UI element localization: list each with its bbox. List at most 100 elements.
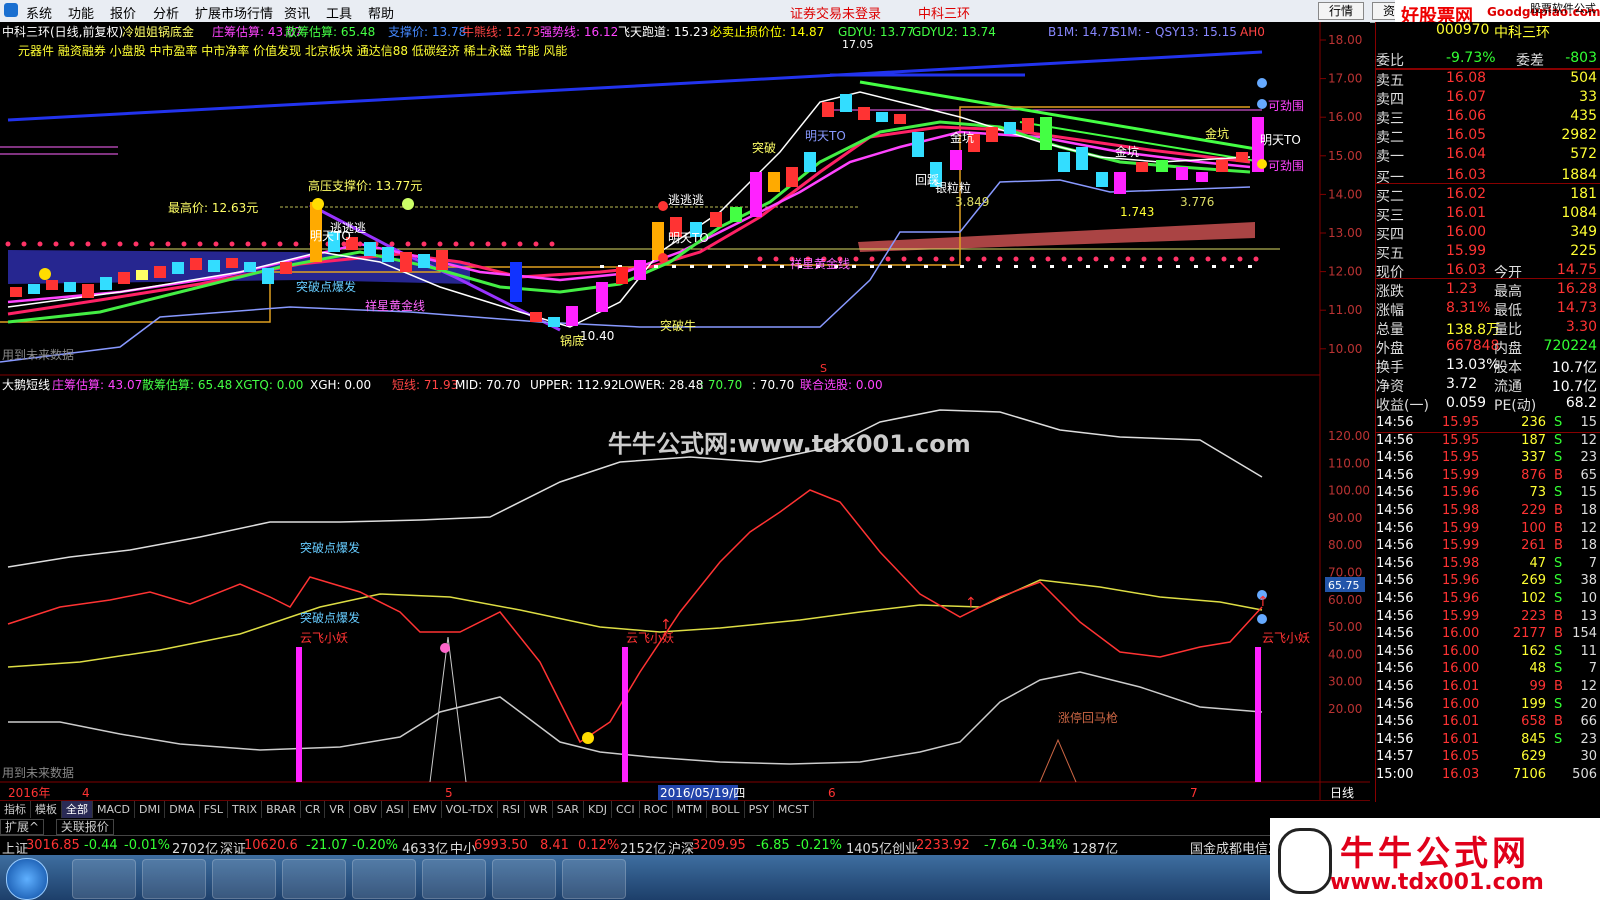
bid-volume: 1884 bbox=[1561, 167, 1597, 183]
indicator-tab[interactable]: DMA bbox=[165, 801, 200, 818]
indicator-tab[interactable]: 全部 bbox=[62, 801, 93, 818]
menu-tools[interactable]: 工具 bbox=[326, 3, 352, 22]
level-dot bbox=[996, 265, 1000, 268]
indicator-tab[interactable]: BOLL bbox=[707, 801, 745, 818]
level-dot bbox=[1122, 265, 1126, 268]
start-button-icon[interactable] bbox=[6, 858, 48, 900]
paint-icon[interactable] bbox=[422, 859, 486, 899]
level-dot bbox=[101, 241, 107, 247]
silver-label: 银粒粒 bbox=[935, 180, 971, 195]
chart-area[interactable]: 中科三环(日线,前复权) 冷姐姐锅底金 庄筹估算: 43.07 散筹估算: 65.… bbox=[0, 22, 1370, 802]
indicator-tab[interactable]: VOL-TDX bbox=[442, 801, 499, 818]
watermark-brand-title: 牛牛公式网 bbox=[1340, 834, 1530, 874]
tick-time: 14:56 bbox=[1376, 520, 1414, 536]
coin-icon bbox=[402, 198, 414, 210]
ext-tab[interactable]: 扩展^ bbox=[0, 819, 45, 835]
watermark-brand-url: www.tdx001.com bbox=[1330, 870, 1544, 895]
quote-tab-button[interactable]: 行情 bbox=[1318, 2, 1365, 20]
candle bbox=[566, 306, 578, 326]
menu-news[interactable]: 资讯 bbox=[284, 3, 310, 22]
indicator-tab[interactable]: 模板 bbox=[31, 801, 62, 818]
indicator-tab[interactable]: PSY bbox=[745, 801, 774, 818]
level-dot bbox=[37, 241, 43, 247]
indicator-tab[interactable]: ASI bbox=[382, 801, 409, 818]
signal-bar bbox=[1255, 647, 1261, 782]
tick-volume: 629 bbox=[1521, 749, 1546, 765]
indicator-tab[interactable]: ROC bbox=[640, 801, 673, 818]
folder-icon[interactable] bbox=[142, 859, 206, 899]
indicator-tab[interactable]: TRIX bbox=[228, 801, 263, 818]
level-dot bbox=[762, 265, 766, 268]
tick-direction: S bbox=[1554, 731, 1563, 747]
buy-label-1: 可劲围 bbox=[1268, 99, 1304, 113]
candle bbox=[1136, 162, 1148, 172]
menu-function[interactable]: 功能 bbox=[68, 3, 94, 22]
stock-app-icon[interactable] bbox=[492, 859, 556, 899]
shield-app-icon[interactable] bbox=[212, 859, 276, 899]
limit-label: 涨停回马枪 bbox=[1058, 710, 1118, 725]
menu-quote[interactable]: 报价 bbox=[110, 3, 136, 22]
gold-line-label-2: 祥星黄金线 bbox=[790, 256, 850, 271]
indicator-tab[interactable]: CR bbox=[301, 801, 326, 818]
indicator-tab[interactable]: CCI bbox=[612, 801, 640, 818]
tick-count: 15 bbox=[1580, 485, 1597, 501]
tick-row: 14:56 15.99 261 B 18 bbox=[1376, 538, 1600, 557]
sub-legend-item: XGH: 0.00 bbox=[310, 378, 371, 392]
indicator-tab[interactable]: KDJ bbox=[584, 801, 612, 818]
tick-row: 14:56 16.00 48 S 7 bbox=[1376, 661, 1600, 680]
menu-system[interactable]: 系统 bbox=[26, 3, 52, 22]
level-dot bbox=[245, 241, 251, 247]
tick-count: 13 bbox=[1580, 608, 1597, 624]
indicator-tab[interactable]: WR bbox=[525, 801, 553, 818]
login-notice[interactable]: 证券交易未登录 bbox=[790, 3, 881, 22]
level-dot bbox=[600, 265, 604, 268]
related-quote-tab[interactable]: 关联报价 bbox=[55, 819, 114, 835]
bid-volume: 349 bbox=[1570, 224, 1597, 240]
level-dot bbox=[1029, 256, 1035, 262]
indicator-tab[interactable]: FSL bbox=[200, 801, 228, 818]
index-change: -21.07 bbox=[306, 838, 348, 853]
menu-help[interactable]: 帮助 bbox=[368, 3, 394, 22]
tick-count: 18 bbox=[1580, 538, 1597, 554]
level-dot bbox=[965, 256, 971, 262]
stat-label: PE(动) bbox=[1494, 398, 1537, 414]
indicator-tab[interactable]: MACD bbox=[93, 801, 135, 818]
menu-ext-market[interactable]: 扩展市场行情 bbox=[195, 3, 273, 22]
value-label-2: 1.743 bbox=[1120, 205, 1154, 219]
level-dot bbox=[533, 241, 539, 247]
media-player-icon[interactable] bbox=[352, 859, 416, 899]
menu-analysis[interactable]: 分析 bbox=[153, 3, 179, 22]
y-tick-label: 17.00 bbox=[1328, 72, 1362, 86]
tick-direction: B bbox=[1554, 503, 1563, 518]
stat-value: 138.8万 bbox=[1446, 322, 1501, 338]
indicator-tab[interactable]: 指标 bbox=[0, 801, 31, 818]
level-dot bbox=[1173, 256, 1179, 262]
indicator-tab[interactable]: MCST bbox=[774, 801, 814, 818]
bid-label: 买五 bbox=[1376, 246, 1404, 262]
browser-icon[interactable] bbox=[72, 859, 136, 899]
bid-row: 买四 16.00 349 bbox=[1376, 224, 1600, 243]
indicator-tab[interactable]: MTM bbox=[673, 801, 708, 818]
indicator-tab[interactable]: RSI bbox=[498, 801, 526, 818]
level-dot bbox=[744, 265, 748, 268]
tick-price: 16.00 bbox=[1442, 643, 1480, 659]
chart-canvas[interactable]: 中科三环(日线,前复权) 冷姐姐锅底金 庄筹估算: 43.07散筹估算: 65.… bbox=[0, 22, 1370, 802]
level-dot bbox=[773, 256, 779, 262]
app-icon[interactable] bbox=[282, 859, 346, 899]
indicator-tab[interactable]: DMI bbox=[135, 801, 166, 818]
level-dot bbox=[1221, 256, 1227, 262]
watermark-text: 牛牛公式网:www.tdx001.com bbox=[608, 430, 971, 458]
legend-item: 牛熊线: 12.73 bbox=[462, 24, 540, 39]
jinkeng-label-3: 金坑 bbox=[1205, 126, 1229, 141]
indicator-tab[interactable]: SAR bbox=[553, 801, 585, 818]
stat-value: 3.30 bbox=[1565, 319, 1597, 335]
level-dot bbox=[1248, 265, 1252, 268]
indicator-tab[interactable]: EMV bbox=[409, 801, 442, 818]
indicator-tab[interactable]: VR bbox=[325, 801, 350, 818]
calculator-icon[interactable] bbox=[562, 859, 626, 899]
indicator-tab[interactable]: BRAR bbox=[262, 801, 302, 818]
indicator-tab[interactable]: OBV bbox=[350, 801, 382, 818]
sub-legend-item: LOWER: 28.48 bbox=[618, 378, 703, 392]
candle bbox=[136, 270, 148, 280]
index-pct: 0.12% bbox=[578, 838, 620, 853]
